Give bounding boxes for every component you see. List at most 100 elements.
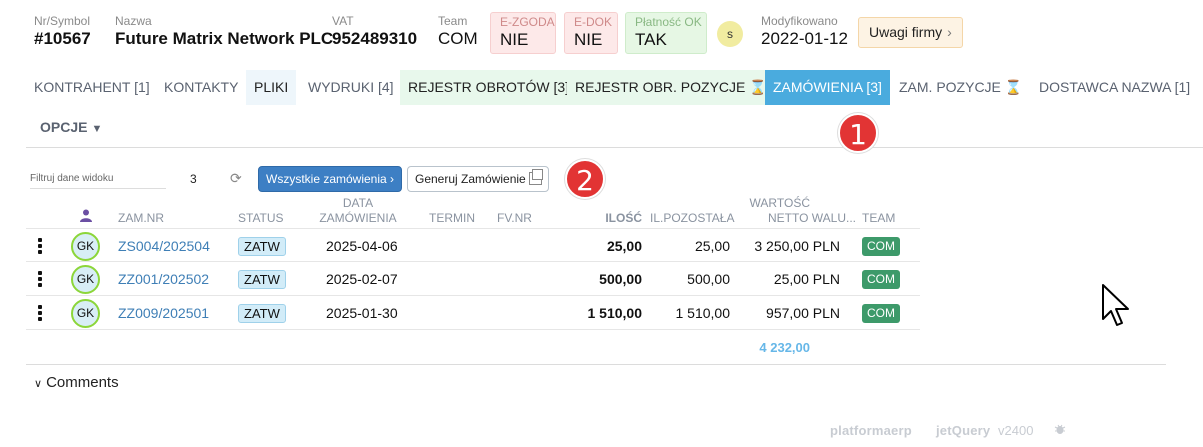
quantity: 500,00	[599, 271, 642, 287]
tab-kontrahent[interactable]: KONTRAHENT [1]	[26, 70, 158, 105]
nr-symbol-label: Nr/Symbol	[34, 14, 91, 28]
filter-input[interactable]: Filtruj dane widoku	[30, 172, 166, 189]
order-number-link[interactable]: ZZ001/202502	[118, 262, 209, 296]
avatar: GK	[71, 299, 100, 328]
vat-field: VAT 952489310	[332, 14, 417, 50]
nr-symbol-value: #10567	[34, 29, 91, 48]
modified-value: 2022-01-12	[761, 29, 848, 48]
tab-rejestr-obrotow[interactable]: REJESTR OBROTÓW [3]	[400, 70, 578, 105]
col-header-fv-nr[interactable]: FV.NR	[497, 211, 532, 226]
generate-order-button[interactable]: Generuj Zamówienie	[407, 166, 549, 192]
tab-dostawca-nazwa[interactable]: DOSTAWCA NAZWA [1]	[1031, 70, 1198, 105]
col-header-il-pozostala[interactable]: IL.POZOSTAŁA	[650, 211, 734, 226]
s-badge[interactable]: s	[717, 21, 743, 47]
net-value: 3 250,00 PLN	[754, 238, 840, 254]
team-value: COM	[438, 29, 478, 48]
status-badge: ZATW	[238, 304, 286, 323]
copy-icon	[528, 169, 543, 185]
edok-flag: E-DOK NIE	[564, 12, 618, 54]
company-name: Future Matrix Network PLC	[115, 29, 334, 48]
all-orders-label: Wszystkie zamówienia	[266, 172, 387, 186]
table-row[interactable]: GK ZZ001/202502 ZATW 2025-02-07 500,00 5…	[26, 262, 920, 296]
annotation-marker-2: 2	[565, 159, 605, 199]
mouse-cursor-icon	[1102, 284, 1129, 326]
table-row[interactable]: GK ZS004/202504 ZATW 2025-04-06 25,00 25…	[26, 228, 920, 262]
payment-ok-value: TAK	[635, 30, 667, 49]
chevron-down-icon: ∨	[34, 378, 43, 390]
generate-order-label: Generuj Zamówienie	[415, 172, 526, 186]
annotation-marker-1: 1	[838, 113, 878, 153]
company-notes-label: Uwagi firmy	[869, 24, 943, 40]
record-count: 3	[190, 172, 197, 186]
payment-ok-label: Płatność OK	[635, 15, 702, 29]
modified-label: Modyfikowano	[761, 14, 838, 28]
platformaerp-logo: platformaerp	[830, 423, 912, 438]
tab-label: KONTRAHENT [1]	[34, 79, 150, 95]
tab-zamowienia[interactable]: ZAMÓWIENIA [3]	[765, 70, 890, 105]
team-label: Team	[438, 14, 468, 28]
tab-label: REJESTR OBR. POZYCJE	[575, 79, 746, 95]
bug-icon[interactable]	[1054, 423, 1066, 438]
payment-ok-flag: Płatność OK TAK	[625, 12, 707, 54]
order-date: 2025-02-07	[326, 271, 398, 287]
team-badge: COM	[862, 304, 900, 323]
status-badge: ZATW	[238, 270, 286, 289]
quantity: 1 510,00	[587, 305, 643, 321]
name-label: Nazwa	[115, 14, 152, 28]
col-header-data-line2: ZAMÓWIENIA	[319, 211, 397, 225]
ezgoda-value: NIE	[500, 30, 529, 49]
col-header-wartosc-line2: NETTO WALU...	[767, 211, 856, 225]
row-menu-icon[interactable]	[38, 305, 42, 321]
tab-pliki[interactable]: PLIKI	[246, 70, 297, 105]
col-header-ilosc[interactable]: ILOŚĆ	[586, 211, 642, 226]
col-header-team[interactable]: TEAM	[862, 211, 895, 226]
net-value: 25,00 PLN	[773, 271, 840, 287]
col-header-data[interactable]: DATA ZAMÓWIENIA	[318, 196, 398, 226]
avatar: GK	[71, 265, 100, 294]
comments-toggle[interactable]: ∨ Comments	[34, 374, 119, 391]
col-header-wartosc[interactable]: WARTOŚĆ NETTO WALU...	[740, 196, 856, 226]
jetquery-logo: jetQuery	[936, 423, 991, 438]
order-number-link[interactable]: ZZ009/202501	[118, 296, 209, 330]
options-menu[interactable]: OPCJE ▼	[40, 119, 102, 135]
vat-value: 952489310	[332, 29, 418, 48]
quantity: 25,00	[606, 238, 642, 254]
team-badge: COM	[862, 237, 900, 256]
team-badge: COM	[862, 270, 900, 289]
tab-label: ZAM. POZYCJE	[899, 79, 1001, 95]
tab-label: WYDRUKI [4]	[308, 79, 394, 95]
row-menu-icon[interactable]	[38, 271, 42, 287]
table-row[interactable]: GK ZZ009/202501 ZATW 2025-01-30 1 510,00…	[26, 296, 920, 330]
tab-kontakty[interactable]: KONTAKTY	[156, 70, 246, 105]
divider	[26, 364, 1166, 365]
divider	[26, 147, 1203, 148]
version-label: v2400	[998, 423, 1034, 438]
tab-label: KONTAKTY	[164, 79, 239, 95]
refresh-icon[interactable]: ⟳	[230, 170, 242, 187]
nr-symbol-field: Nr/Symbol #10567	[34, 14, 91, 50]
all-orders-button[interactable]: Wszystkie zamówienia ›	[258, 166, 403, 192]
col-header-status[interactable]: STATUS	[238, 211, 284, 226]
avatar: GK	[71, 232, 100, 261]
chevron-down-icon: ▼	[91, 123, 103, 135]
name-field: Nazwa Future Matrix Network PLC	[115, 14, 333, 50]
row-menu-icon[interactable]	[38, 238, 42, 254]
tab-zam-pozycje[interactable]: ZAM. POZYCJE ⌛	[891, 70, 1030, 105]
tab-label: PLIKI	[254, 79, 289, 95]
order-number-link[interactable]: ZS004/202504	[118, 229, 210, 263]
comments-label: Comments	[46, 374, 119, 391]
col-header-termin[interactable]: TERMIN	[429, 211, 475, 226]
ezgoda-label: E-ZGODA	[500, 15, 555, 29]
options-label: OPCJE	[40, 119, 88, 135]
chevron-right-icon: ›	[947, 24, 952, 40]
remaining-quantity: 25,00	[694, 238, 730, 254]
total-value: 4 232,00	[759, 340, 810, 355]
tab-rejestr-obr-pozycje[interactable]: REJESTR OBR. POZYCJE ⌛	[567, 70, 775, 105]
col-header-zam-nr[interactable]: ZAM.NR	[118, 211, 164, 226]
order-date: 2025-04-06	[326, 238, 398, 254]
company-notes-button[interactable]: Uwagi firmy ›	[858, 17, 963, 48]
tab-wydruki[interactable]: WYDRUKI [4]	[300, 70, 402, 105]
hourglass-icon: ⌛	[1004, 79, 1023, 95]
net-value: 957,00 PLN	[766, 305, 840, 321]
team-field: Team COM	[438, 14, 478, 50]
